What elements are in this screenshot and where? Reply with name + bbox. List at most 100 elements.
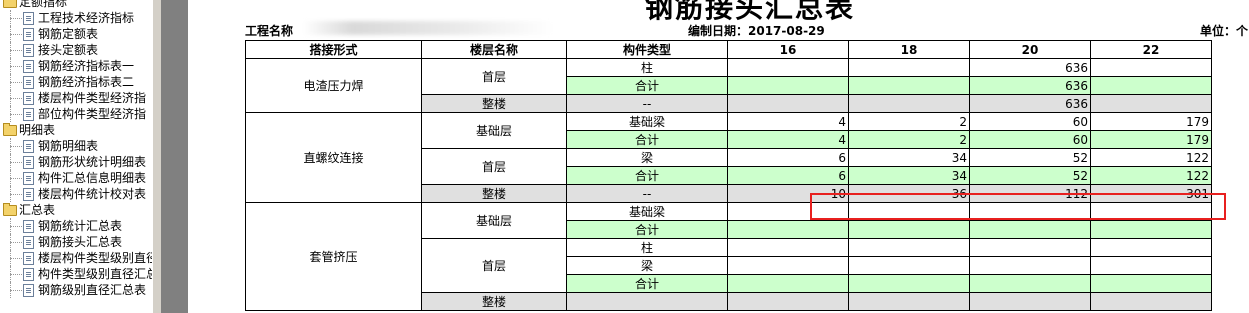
- floor-name-cell: 基础层: [421, 202, 567, 239]
- tree-connector: [10, 114, 22, 115]
- tree-item[interactable]: 钢筋形状统计明细表: [0, 154, 152, 170]
- tree-connector: [10, 282, 11, 298]
- header-dia-22: 22: [1090, 40, 1212, 59]
- tree-item-label: 构件类型级别直径汇总: [38, 267, 153, 281]
- tree-item-label: 钢筋级别直径汇总表: [38, 283, 147, 297]
- header-floor: 楼层名称: [421, 40, 567, 59]
- tree-item[interactable]: 构件类型级别直径汇总: [0, 266, 152, 282]
- table-row: 直螺纹连接 基础层 基础梁 4 2 60 179: [245, 112, 1212, 203]
- floor-name-cell: 首层: [421, 238, 567, 293]
- document-icon: [23, 236, 34, 249]
- value-cell-dia-18: [848, 238, 970, 257]
- value-cell-dia-22: [1090, 292, 1212, 311]
- folder-icon: [3, 0, 17, 8]
- joint-type-cell: 直螺纹连接: [245, 112, 422, 203]
- tree-folder[interactable]: 定额指标: [0, 0, 152, 10]
- joint-summary-table: 搭接形式 楼层名称 构件类型 16 18 20 22 电渣压力焊 首层柱 636 合计…: [245, 40, 1212, 311]
- value-cell-dia-18: [848, 94, 970, 113]
- value-cell-dia-16: [727, 220, 849, 239]
- value-cell-dia-18: [848, 220, 970, 239]
- component-type-cell: 合计: [566, 220, 728, 239]
- tree-connector: [10, 154, 11, 170]
- project-name-label: 工程名称: [245, 24, 294, 38]
- report-page: 钢筋接头汇总表 工程名称 编制日期：2017-08-29 单位：个 搭接形式 楼…: [188, 0, 1249, 313]
- tree-item[interactable]: 钢筋经济指标表二: [0, 74, 152, 90]
- value-cell-dia-20: [969, 274, 1091, 293]
- component-type-cell: 合计: [566, 130, 728, 149]
- tree-item[interactable]: 楼层构件统计校对表: [0, 186, 152, 202]
- document-icon: [23, 268, 34, 281]
- document-icon: [23, 28, 34, 41]
- tree-connector: [10, 186, 11, 202]
- tree-connector: [10, 274, 22, 275]
- value-cell-dia-18: [848, 292, 970, 311]
- header-joint-type: 搭接形式: [245, 40, 422, 59]
- tree-connector: [10, 218, 11, 234]
- tree-connector: [10, 290, 22, 291]
- value-cell-dia-20: [969, 238, 1091, 257]
- tree-folder[interactable]: 汇总表: [0, 202, 152, 218]
- header-dia-16: 16: [727, 40, 849, 59]
- component-type-cell: 基础梁: [566, 112, 728, 131]
- tree-connector: [10, 138, 11, 154]
- tree-item[interactable]: 钢筋定额表: [0, 26, 152, 42]
- tree-connector: [10, 26, 11, 42]
- tree-item-label: 钢筋统计汇总表: [38, 219, 123, 233]
- value-cell-dia-16: 4: [727, 112, 849, 131]
- compile-date: 编制日期：2017-08-29: [688, 24, 825, 38]
- component-type-cell: 梁: [566, 256, 728, 275]
- tree-item-label: 钢筋经济指标表二: [38, 75, 135, 89]
- unit-label: 单位：个: [1200, 24, 1249, 38]
- tree-item[interactable]: 钢筋经济指标表一: [0, 58, 152, 74]
- tree-item[interactable]: 楼层构件类型经济指: [0, 90, 152, 106]
- tree-item-label: 构件汇总信息明细表: [38, 171, 147, 185]
- component-type-cell: 合计: [566, 76, 728, 95]
- component-type-cell: 梁: [566, 148, 728, 167]
- tree-item[interactable]: 钢筋级别直径汇总表: [0, 282, 152, 298]
- component-type-cell: 合计: [566, 166, 728, 185]
- floor-name-cell: 整楼: [421, 292, 567, 311]
- value-cell-dia-20: 60: [969, 130, 1091, 149]
- tree-connector: [10, 106, 11, 122]
- tree-folder[interactable]: 明细表: [0, 122, 152, 138]
- red-highlight-box: [810, 193, 1226, 220]
- value-cell-dia-20: 52: [969, 148, 1091, 167]
- tree-connector: [10, 10, 11, 26]
- value-cell-dia-18: 34: [848, 166, 970, 185]
- document-icon: [23, 76, 34, 89]
- document-icon: [23, 172, 34, 185]
- value-cell-dia-20: 636: [969, 58, 1091, 77]
- value-cell-dia-16: [727, 58, 849, 77]
- document-icon: [23, 188, 34, 201]
- value-cell-dia-22: [1090, 274, 1212, 293]
- tree-item[interactable]: 楼层构件类型级别直径: [0, 250, 152, 266]
- tree-item-label: 部位构件类型经济指: [38, 107, 147, 121]
- tree-item-label: 楼层构件类型级别直径: [38, 251, 153, 265]
- value-cell-dia-16: [727, 274, 849, 293]
- tree-connector: [10, 74, 11, 90]
- tree-item-label: 汇总表: [19, 203, 56, 217]
- document-icon: [23, 220, 34, 233]
- component-type-cell: --: [566, 94, 728, 113]
- component-type-cell: [566, 292, 728, 311]
- tree-item[interactable]: 钢筋统计汇总表: [0, 218, 152, 234]
- tree-scrollbar[interactable]: [152, 0, 162, 313]
- report-tree-panel: 定额指标 工程技术经济指标 钢筋定额表 接头定额表 钢筋经济指标表一 钢筋经济指标表二 楼层…: [0, 0, 153, 313]
- tree-item[interactable]: 钢筋接头汇总表: [0, 234, 152, 250]
- value-cell-dia-18: [848, 274, 970, 293]
- tree-item[interactable]: 部位构件类型经济指: [0, 106, 152, 122]
- tree-connector: [10, 146, 22, 147]
- tree-connector: [10, 266, 11, 282]
- floor-name-cell: 首层: [421, 58, 567, 95]
- tree-item[interactable]: 工程技术经济指标: [0, 10, 152, 26]
- tree-item[interactable]: 钢筋明细表: [0, 138, 152, 154]
- value-cell-dia-16: 4: [727, 130, 849, 149]
- tree-connector: [10, 234, 11, 250]
- tree-item[interactable]: 接头定额表: [0, 42, 152, 58]
- value-cell-dia-20: 636: [969, 76, 1091, 95]
- tree-item-label: 钢筋经济指标表一: [38, 59, 135, 73]
- value-cell-dia-22: 179: [1090, 112, 1212, 131]
- value-cell-dia-22: [1090, 256, 1212, 275]
- value-cell-dia-20: 60: [969, 112, 1091, 131]
- tree-item[interactable]: 构件汇总信息明细表: [0, 170, 152, 186]
